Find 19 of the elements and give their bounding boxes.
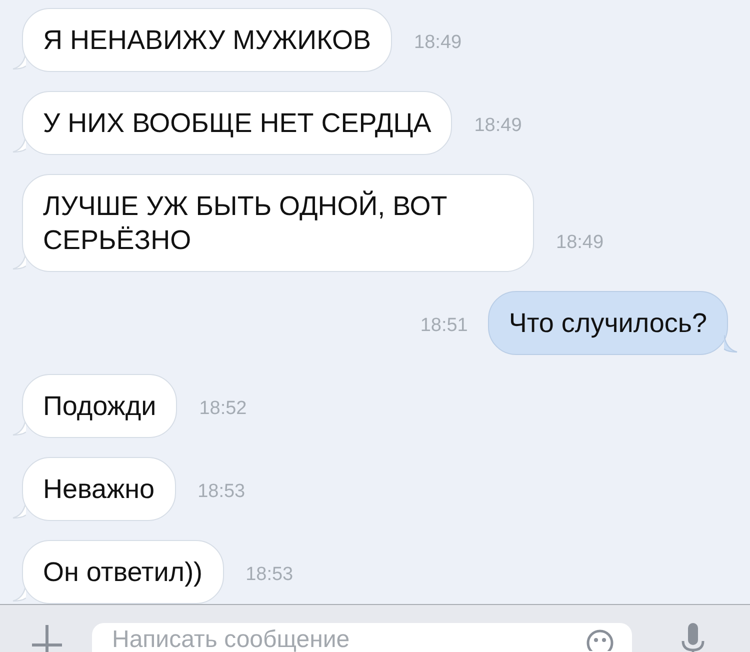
message-time: 18:49 <box>414 32 462 54</box>
message-bubble: Он ответил)) <box>22 540 224 604</box>
smiley-icon[interactable] <box>586 629 614 651</box>
message-bubble: Подожди <box>22 374 178 438</box>
plus-icon[interactable] <box>30 623 64 652</box>
message-bubble: Неважно <box>22 457 176 521</box>
message-time: 18:53 <box>246 564 294 586</box>
message-bubble: ЛУЧШЕ УЖ БЫТЬ ОДНОЙ, ВОТ СЕРЬЁЗНО <box>22 174 534 272</box>
message-bubble: У НИХ ВООБЩЕ НЕТ СЕРДЦА <box>22 91 452 155</box>
message-time: 18:49 <box>474 115 522 137</box>
message-bubble: Что случилось? <box>488 291 728 355</box>
message-time: 18:52 <box>199 398 247 420</box>
message-input-field[interactable]: Написать сообщение <box>92 623 632 652</box>
message-time: 18:51 <box>420 315 468 337</box>
bubble-tail <box>724 335 738 353</box>
microphone-icon[interactable] <box>680 623 706 652</box>
message-bubble: Я НЕНАВИЖУ МУЖИКОВ <box>22 8 392 72</box>
message-time: 18:49 <box>556 232 604 254</box>
message-time: 18:53 <box>198 481 246 503</box>
